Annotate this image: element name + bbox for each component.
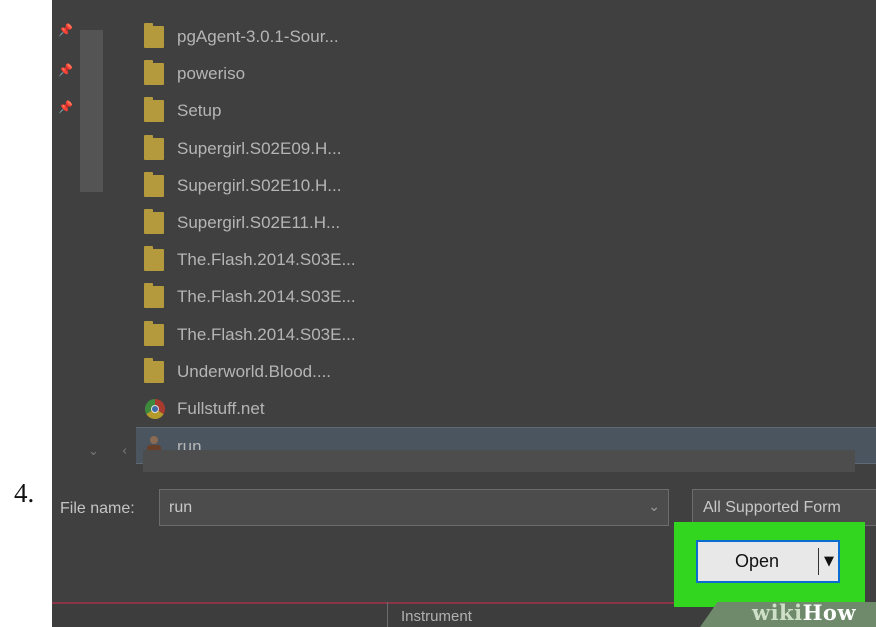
quick-access-pane: 📌 📌 📌 xyxy=(52,0,78,440)
file-name-label: File name: xyxy=(60,500,135,517)
file-list-item[interactable]: poweriso xyxy=(136,55,876,92)
chevron-down-icon[interactable]: ⌄ xyxy=(648,499,660,515)
file-list-item[interactable]: Setup xyxy=(136,92,876,129)
file-name-text: Supergirl.S02E10.H... xyxy=(177,175,342,195)
folder-icon xyxy=(144,357,164,383)
file-name-text: Setup xyxy=(177,101,222,121)
column-header-label: Instrument xyxy=(401,608,472,625)
file-list-item[interactable]: Fullstuff.net xyxy=(136,390,876,427)
file-name-text: Fullstuff.net xyxy=(177,399,265,418)
folder-icon xyxy=(144,209,164,234)
file-list-item[interactable]: The.Flash.2014.S03E... xyxy=(136,241,876,278)
wikihow-watermark: wikiHow xyxy=(752,600,856,625)
folder-icon xyxy=(144,60,164,86)
file-list-item[interactable]: Supergirl.S02E09.H... xyxy=(136,130,876,167)
column-divider xyxy=(387,602,388,627)
pin-icon[interactable]: 📌 xyxy=(58,101,73,113)
folder-icon xyxy=(144,97,164,123)
folder-icon xyxy=(144,320,164,346)
pin-icon[interactable]: 📌 xyxy=(58,64,73,76)
file-type-value: All Supported Form xyxy=(703,499,841,516)
navigation-pane-scrollbar[interactable] xyxy=(80,30,103,192)
file-name-value: run xyxy=(169,499,193,516)
scroll-left-arrow-icon[interactable]: ‹ xyxy=(122,444,127,459)
folder-icon xyxy=(144,246,164,272)
folder-icon xyxy=(144,171,164,197)
watermark-how: How xyxy=(802,600,857,625)
file-name-text: The.Flash.2014.S03E... xyxy=(177,324,356,344)
open-split-button: Open ▼ xyxy=(696,540,840,583)
step-number: 4. xyxy=(14,478,35,508)
file-list-item[interactable]: Supergirl.S02E10.H... xyxy=(136,167,876,204)
file-name-text: Supergirl.S02E11.H... xyxy=(177,213,341,232)
file-name-text: Supergirl.S02E09.H... xyxy=(177,138,342,158)
file-name-input[interactable]: run ⌄ xyxy=(159,489,669,526)
chevron-down-icon[interactable]: ⌄ xyxy=(88,444,99,459)
folder-icon xyxy=(144,23,164,48)
watermark-wiki: wiki xyxy=(752,600,803,625)
file-type-select[interactable]: All Supported Form xyxy=(692,489,876,526)
file-list-item[interactable]: pgAgent-3.0.1-Sour... xyxy=(136,18,876,55)
file-name-text: The.Flash.2014.S03E... xyxy=(177,287,356,307)
pin-icon[interactable]: 📌 xyxy=(58,24,73,36)
folder-icon xyxy=(144,283,164,309)
open-button[interactable]: Open xyxy=(698,542,816,581)
split-divider xyxy=(818,548,819,575)
file-name-text: The.Flash.2014.S03E... xyxy=(177,250,356,270)
file-name-text: poweriso xyxy=(177,64,246,84)
file-name-text: Underworld.Blood.... xyxy=(177,361,332,381)
file-name-text: pgAgent-3.0.1-Sour... xyxy=(177,27,339,46)
file-list-item[interactable]: The.Flash.2014.S03E... xyxy=(136,278,876,315)
horizontal-scrollbar[interactable] xyxy=(143,450,855,472)
file-list-item[interactable]: Supergirl.S02E11.H... xyxy=(136,204,876,241)
dropdown-arrow-icon[interactable]: ▼ xyxy=(820,542,838,581)
folder-icon xyxy=(144,134,164,160)
chrome-icon xyxy=(145,399,165,419)
file-list: pgAgent-3.0.1-Sour... poweriso Setup Superg… xyxy=(136,18,876,465)
file-list-item[interactable]: The.Flash.2014.S03E... xyxy=(136,316,876,353)
file-list-item[interactable]: Underworld.Blood.... xyxy=(136,353,876,390)
